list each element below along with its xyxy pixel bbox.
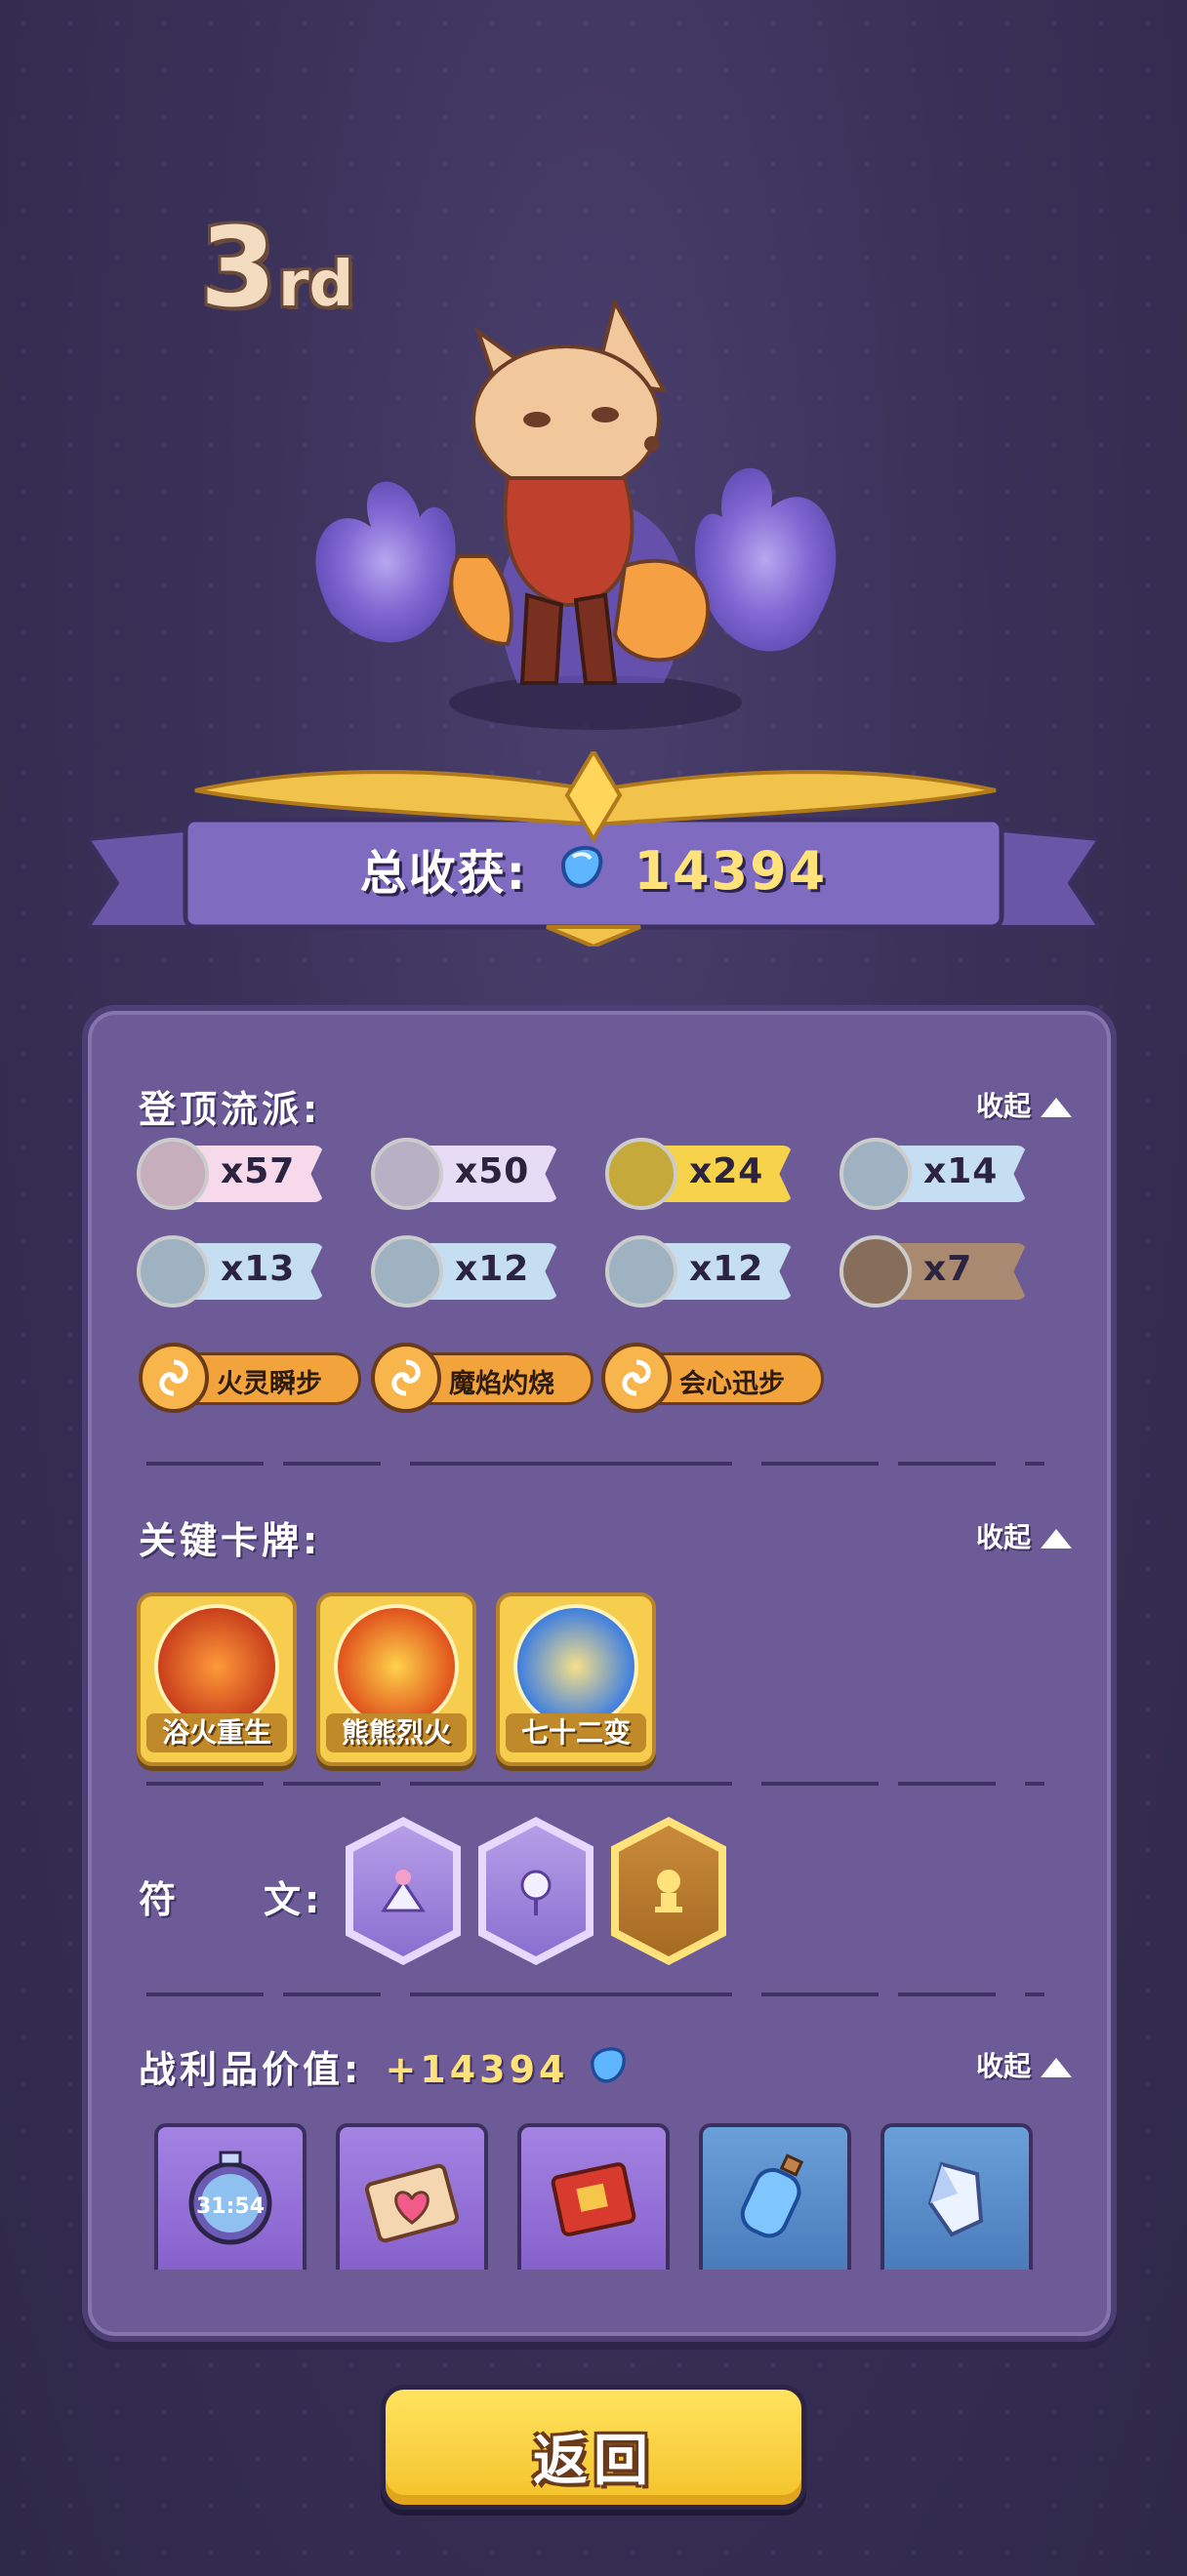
school-tag[interactable]: x7 bbox=[839, 1231, 1031, 1309]
claw-icon bbox=[137, 1235, 209, 1308]
card-item[interactable]: 浴火重生 bbox=[137, 1592, 297, 1766]
card-label: 熊熊烈火 bbox=[326, 1713, 467, 1752]
tag-count: x12 bbox=[689, 1249, 764, 1289]
collapse-label: 收起 bbox=[975, 1521, 1031, 1553]
envelope-heart-icon bbox=[364, 2163, 460, 2243]
tag-count: x12 bbox=[455, 1249, 530, 1289]
collapse-label: 收起 bbox=[975, 2050, 1031, 2082]
golden-box-icon bbox=[513, 1604, 638, 1729]
total-harvest: 总收获: 14394 bbox=[0, 834, 1187, 911]
rune-rose[interactable] bbox=[478, 1817, 594, 1965]
rune-trophy[interactable] bbox=[611, 1817, 726, 1965]
divider bbox=[146, 1462, 1044, 1466]
style-label: 会心迅步 bbox=[679, 1369, 785, 1399]
fox-hero-illustration bbox=[315, 297, 837, 730]
style-chip[interactable]: 魔焰灼烧 bbox=[371, 1343, 595, 1413]
red-book-icon bbox=[551, 2162, 636, 2236]
total-label: 总收获: bbox=[359, 846, 527, 901]
result-panel: 登顶流派: 收起 x57 x50 x24 x14 x13 x12 x12 x7 火灵瞬步 魔焰灼… bbox=[82, 1005, 1117, 2342]
blue-gem-icon bbox=[586, 2043, 629, 2095]
plus-icon bbox=[839, 1138, 912, 1210]
school-tag[interactable]: x13 bbox=[137, 1231, 328, 1309]
stopwatch-text: 31:54 bbox=[196, 2194, 265, 2219]
fire-icon bbox=[334, 1604, 459, 1729]
phoenix-icon bbox=[154, 1604, 279, 1729]
trophy-icon bbox=[619, 1826, 718, 1956]
divider bbox=[146, 1782, 1044, 1786]
total-value: 14394 bbox=[634, 840, 828, 902]
tag-count: x14 bbox=[923, 1151, 999, 1191]
tag-count: x50 bbox=[455, 1151, 530, 1191]
loot-title: 战利品价值: +14394 bbox=[139, 2039, 629, 2101]
triangle-up-icon bbox=[1041, 1098, 1072, 1117]
cards-collapse-button[interactable]: 收起 bbox=[976, 1516, 1072, 1555]
schools-collapse-button[interactable]: 收起 bbox=[976, 1085, 1072, 1124]
fire-swirl-icon bbox=[137, 1138, 209, 1210]
stopwatch-icon: 31:54 bbox=[188, 2151, 272, 2245]
loot-item[interactable] bbox=[336, 2123, 488, 2270]
school-tag[interactable]: x12 bbox=[371, 1231, 562, 1309]
style-chip[interactable]: 会心迅步 bbox=[601, 1343, 826, 1413]
school-tag[interactable]: x14 bbox=[839, 1134, 1031, 1212]
card-item[interactable]: 熊熊烈火 bbox=[316, 1592, 476, 1766]
divider bbox=[146, 1992, 1044, 1996]
rune-volcano[interactable] bbox=[346, 1817, 461, 1965]
burst-icon bbox=[605, 1138, 677, 1210]
swirl-icon bbox=[601, 1343, 672, 1413]
loot-collapse-button[interactable]: 收起 bbox=[976, 2045, 1072, 2084]
style-label: 魔焰灼烧 bbox=[449, 1369, 554, 1399]
blue-gem-icon bbox=[555, 841, 606, 904]
triangle-up-icon bbox=[1041, 1529, 1072, 1549]
school-tag[interactable]: x24 bbox=[605, 1134, 797, 1212]
style-label: 火灵瞬步 bbox=[217, 1369, 322, 1399]
runes-title-b: 文: bbox=[264, 1878, 324, 1921]
crystal-icon bbox=[927, 2161, 984, 2237]
swirl-icon bbox=[371, 1343, 441, 1413]
loot-item[interactable] bbox=[699, 2123, 851, 2270]
boot-icon bbox=[371, 1138, 443, 1210]
swirl-icon bbox=[139, 1343, 209, 1413]
card-label: 浴火重生 bbox=[146, 1713, 287, 1752]
rose-icon bbox=[486, 1826, 586, 1956]
potion-bottle-icon bbox=[740, 2153, 804, 2238]
school-tag[interactable]: x12 bbox=[605, 1231, 797, 1309]
loot-item[interactable] bbox=[880, 2123, 1033, 2270]
schools-title: 登顶流派: bbox=[139, 1088, 322, 1131]
triangle-up-icon bbox=[1041, 2058, 1072, 2077]
card-item[interactable]: 七十二变 bbox=[496, 1592, 656, 1766]
school-tag[interactable]: x57 bbox=[137, 1134, 328, 1212]
tag-count: x24 bbox=[689, 1151, 764, 1191]
back-label: 返回 bbox=[533, 2430, 654, 2493]
card-label: 七十二变 bbox=[506, 1713, 646, 1752]
sword-icon bbox=[605, 1235, 677, 1308]
collapse-label: 收起 bbox=[975, 1090, 1031, 1122]
back-button[interactable]: 返回 bbox=[381, 2385, 806, 2510]
tag-count: x7 bbox=[923, 1249, 973, 1289]
volcano-icon bbox=[353, 1826, 453, 1956]
cards-title: 关键卡牌: bbox=[139, 1519, 322, 1562]
loot-value: +14394 bbox=[385, 2048, 569, 2091]
runes-title-a: 符 bbox=[139, 1878, 181, 1921]
school-tag[interactable]: x50 bbox=[371, 1134, 562, 1212]
tag-count: x13 bbox=[221, 1249, 296, 1289]
style-chip[interactable]: 火灵瞬步 bbox=[139, 1343, 363, 1413]
snowflake-icon bbox=[371, 1235, 443, 1308]
loot-item[interactable]: 31:54 bbox=[154, 2123, 307, 2270]
loot-item[interactable] bbox=[517, 2123, 670, 2270]
rank-number: 3 bbox=[200, 205, 276, 332]
tag-count: x57 bbox=[221, 1151, 296, 1191]
potion-icon bbox=[839, 1235, 912, 1308]
loot-title-label: 战利品价值: bbox=[139, 2048, 363, 2091]
